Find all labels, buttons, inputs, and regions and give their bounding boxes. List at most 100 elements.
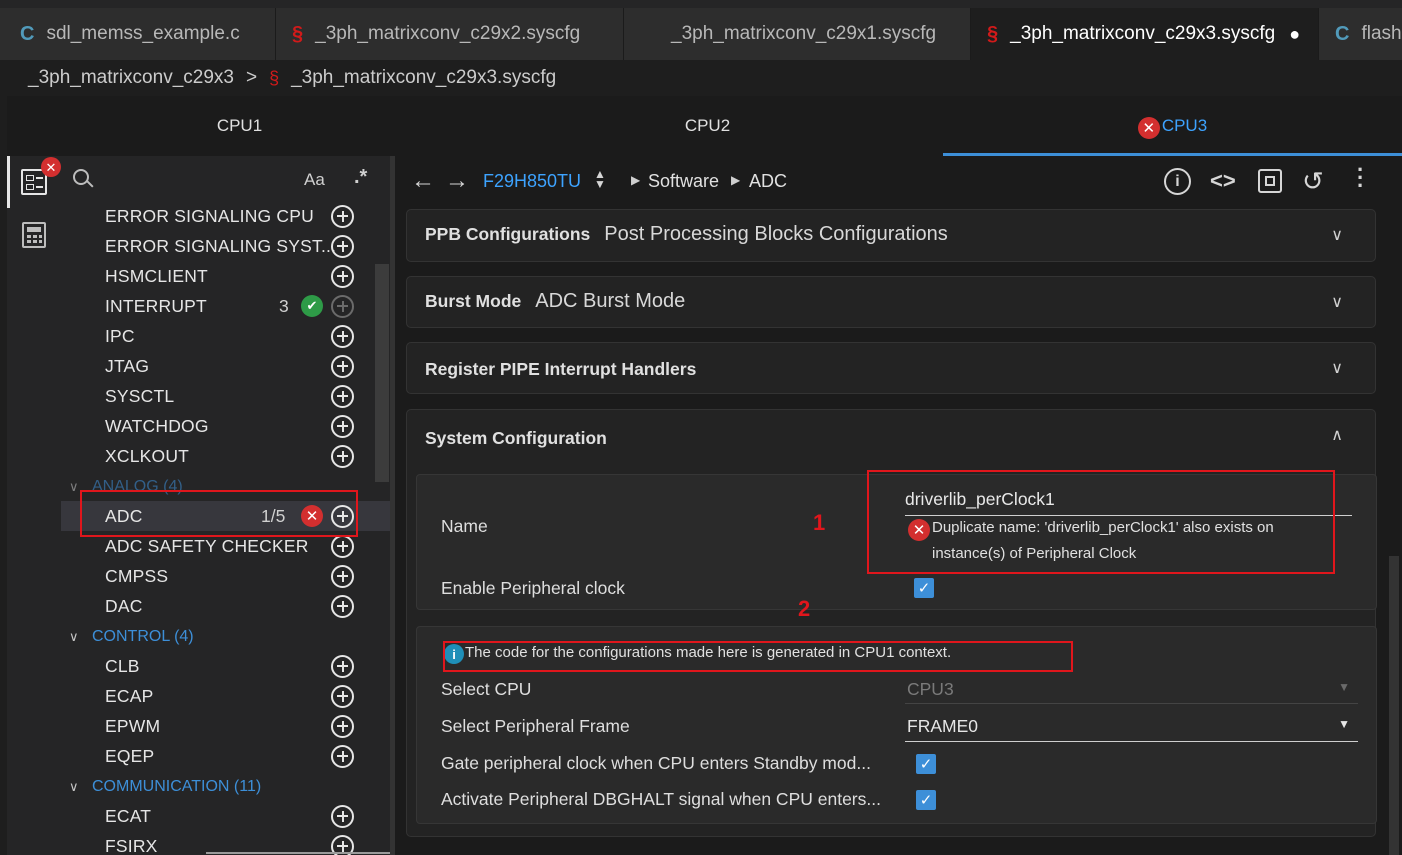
add-icon[interactable] [331,414,354,438]
panel-ppb-configurations[interactable]: PPB Configurations Post Processing Blocks… [406,209,1376,262]
tab-c29x3-syscfg[interactable]: § _3ph_matrixconv_c29x3.syscfg ● [971,8,1319,60]
main-scrollbar[interactable] [1389,556,1399,855]
add-icon[interactable] [331,654,354,678]
add-icon[interactable] [331,204,354,228]
dbghalt-checkbox[interactable]: ✓ [916,790,936,810]
c-file-icon: C [20,22,35,45]
module-item-error-signaling-cpu[interactable]: ERROR SIGNALING CPU [61,201,390,231]
select-cpu-dropdown: CPU3 ▼ [905,674,1358,704]
code-icon[interactable]: <> [1210,168,1236,194]
tab-cpu2[interactable]: CPU2 [472,96,943,156]
panel-burst-mode[interactable]: Burst Mode ADC Burst Mode ∨ [406,276,1376,328]
match-case-toggle[interactable]: Aa [304,170,325,190]
sort-icon[interactable]: ▲ ▼ [594,168,606,190]
info-icon[interactable]: i [1164,168,1191,195]
module-item-dac[interactable]: DAC [61,591,390,621]
error-badge-icon: ✕ [41,157,61,177]
add-icon[interactable] [331,384,354,408]
add-icon [331,294,354,318]
chip-icon[interactable] [1258,169,1282,193]
breadcrumb: _3ph_matrixconv_c29x3 > § _3ph_matrixcon… [0,60,1402,96]
select-frame-label: Select Peripheral Frame [441,716,630,736]
chevron-down-icon: ∨ [1331,227,1343,244]
category-control[interactable]: ∨ CONTROL (4) [61,622,390,652]
back-arrow-icon[interactable]: ← [411,167,435,195]
add-icon[interactable] [331,564,354,588]
module-item-cmpss[interactable]: CMPSS [61,561,390,591]
regex-toggle[interactable]: .* [354,166,367,189]
sidebar-scrollbar[interactable] [375,264,389,482]
error-icon: ✕ [1137,117,1160,139]
history-icon[interactable]: ↺ [1302,166,1324,197]
breadcrumb-adc[interactable]: ADC [749,171,787,192]
enable-clock-checkbox[interactable]: ✓ [914,578,934,598]
add-icon[interactable] [331,354,354,378]
tab-cpu1[interactable]: CPU1 [7,96,472,156]
select-cpu-label: Select CPU [441,679,532,699]
add-icon[interactable] [331,534,354,558]
module-count: 3 [279,295,289,316]
annotation-number-1: 1 [813,510,826,535]
syscfg-file-icon: § [269,67,280,88]
annotation-box-name-error [867,470,1335,574]
tab-c29x2-syscfg[interactable]: § _3ph_matrixconv_c29x2.syscfg [276,8,624,60]
module-item-ecap[interactable]: ECAP [61,681,390,711]
gate-clock-label: Gate peripheral clock when CPU enters St… [441,753,871,773]
module-search[interactable]: Aa .* [61,156,390,202]
syscfg-file-icon: § [292,22,304,45]
add-icon[interactable] [331,804,354,828]
add-icon[interactable] [331,234,354,258]
dbghalt-label: Activate Peripheral DBGHALT signal when … [441,789,881,809]
module-item-hsmclient[interactable]: HSMCLIENT [61,261,390,291]
module-item-sysctl[interactable]: SYSCTL [61,381,390,411]
module-item-ipc[interactable]: IPC [61,321,390,351]
module-item-epwm[interactable]: EPWM [61,711,390,741]
chevron-down-icon: ∨ [1331,360,1343,377]
breadcrumb-software[interactable]: Software [648,171,719,192]
active-view-indicator [7,156,10,208]
module-item-eqep[interactable]: EQEP [61,741,390,771]
annotation-box-cpu1-info [443,641,1073,672]
chevron-up-icon[interactable]: ∧ [1331,425,1343,445]
add-icon[interactable] [331,594,354,618]
module-item-xclkout[interactable]: XCLKOUT [61,441,390,471]
tab-sdl-memss-example[interactable]: C sdl_memss_example.c [0,8,276,60]
tab-flash[interactable]: C flash [1319,8,1402,60]
horizontal-scrollbar[interactable] [206,852,390,854]
category-communication[interactable]: ∨ COMMUNICATION (11) [61,772,390,802]
select-frame-dropdown[interactable]: FRAME0 ▼ [905,711,1358,742]
module-item-ecat[interactable]: ECAT [61,801,390,831]
module-item-interrupt[interactable]: INTERRUPT 3 ✔ [61,291,390,321]
tab-c29x1-syscfg[interactable]: _3ph_matrixconv_c29x1.syscfg [624,8,971,60]
add-icon[interactable] [331,744,354,768]
add-icon[interactable] [331,714,354,738]
add-icon[interactable] [331,684,354,708]
config-toolbar: ← → F29H850TU ▲ ▼ ▶ Software ▶ ADC i <> ↺… [395,156,1402,206]
device-selector[interactable]: F29H850TU [483,171,581,192]
calculator-icon[interactable] [22,222,46,248]
cpu-tab-bar: CPU1 CPU2 ✕ CPU3 [7,96,1402,156]
add-icon[interactable] [331,444,354,468]
more-options-icon[interactable]: · · · [1357,159,1364,197]
tab-cpu3[interactable]: ✕ CPU3 [943,96,1402,156]
module-item-error-signaling-syst[interactable]: ERROR SIGNALING SYST... [61,231,390,261]
breadcrumb-file[interactable]: _3ph_matrixconv_c29x3.syscfg [291,67,556,89]
name-label: Name [441,516,488,536]
breadcrumb-folder[interactable]: _3ph_matrixconv_c29x3 [28,67,234,89]
panel-register-pipe-interrupt-handlers[interactable]: Register PIPE Interrupt Handlers ∨ [406,342,1376,394]
activity-bar: ✕ [7,156,61,855]
unsaved-dot-icon[interactable]: ● [1289,24,1300,45]
gate-clock-checkbox[interactable]: ✓ [916,754,936,774]
c-file-icon: C [1335,22,1350,45]
module-item-clb[interactable]: CLB [61,651,390,681]
syscfg-file-icon: § [987,22,999,45]
add-icon[interactable] [331,324,354,348]
annotation-number-2: 2 [798,596,811,621]
editor-tab-bar: C sdl_memss_example.c § _3ph_matrixconv_… [0,0,1402,60]
annotation-box-adc [80,490,358,537]
check-icon: ✔ [301,295,323,317]
forward-arrow-icon[interactable]: → [445,167,469,195]
module-item-jtag[interactable]: JTAG [61,351,390,381]
add-icon[interactable] [331,264,354,288]
module-item-watchdog[interactable]: WATCHDOG [61,411,390,441]
